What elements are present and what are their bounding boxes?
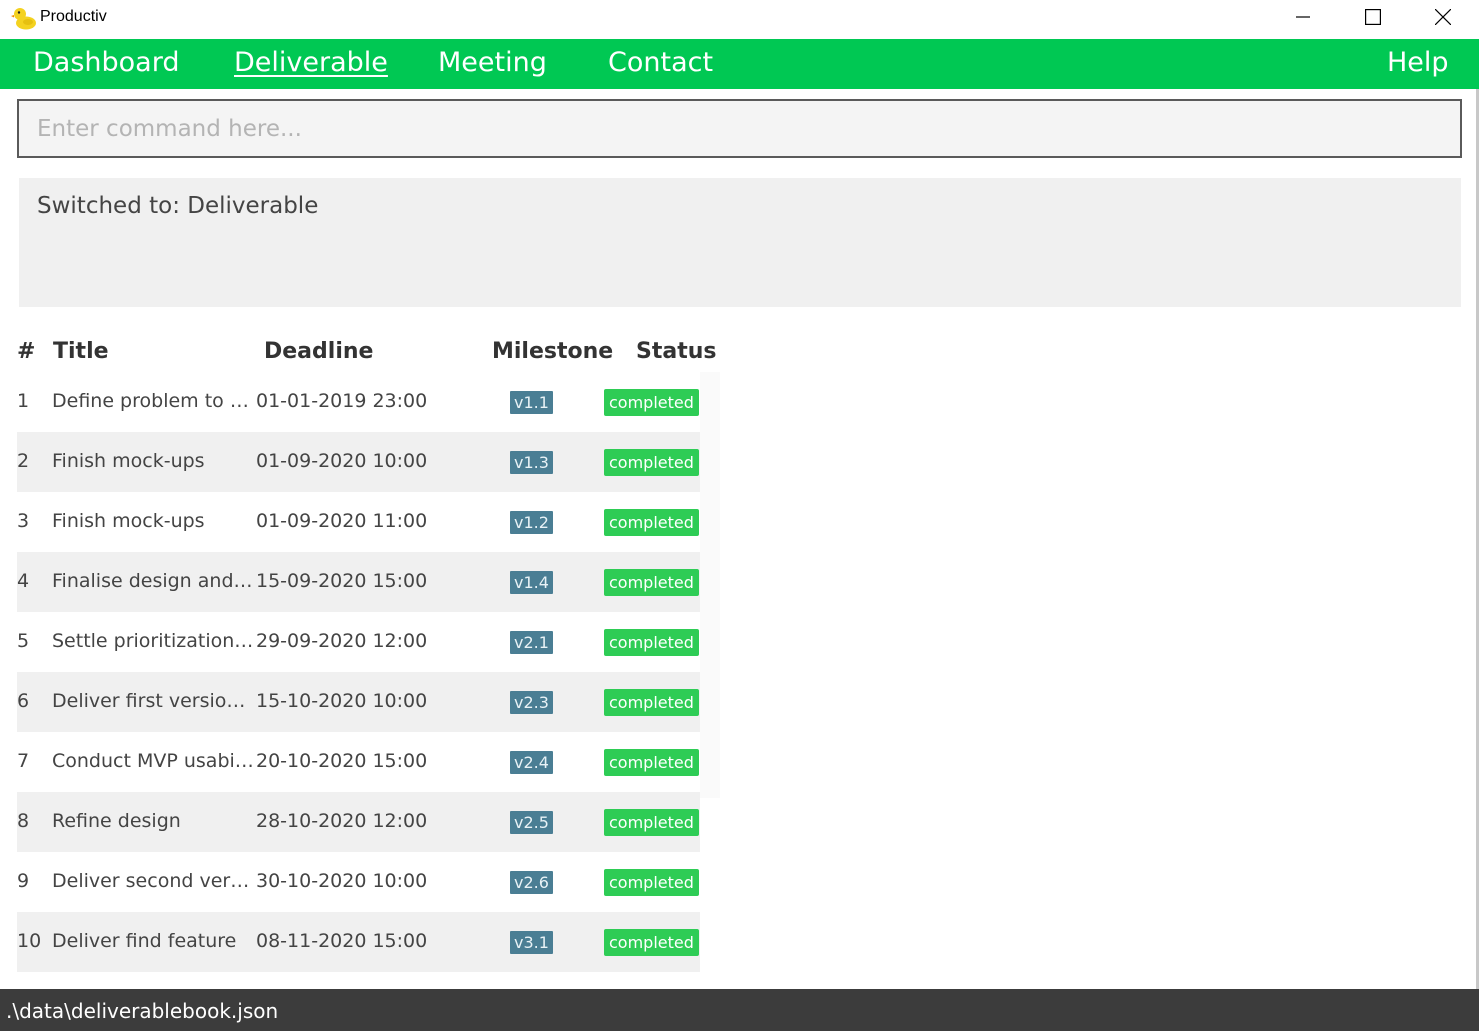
table-row[interactable]: 1 Define problem to sol... 01-01-2019 23… [17,372,700,432]
deliverable-list[interactable]: 1 Define problem to sol... 01-01-2019 23… [17,372,720,972]
maximize-icon [1365,9,1381,25]
title-bar: Productiv [0,0,1479,39]
milestone-badge: v1.1 [510,391,553,414]
row-title: Conduct MVP usabilit... [52,750,254,772]
row-deadline: 01-01-2019 23:00 [256,390,428,412]
row-title: Refine design [52,810,181,832]
save-file-path: .\data\deliverablebook.json [6,999,279,1023]
table-row[interactable]: 4 Finalise design and pl... 15-09-2020 1… [17,552,700,612]
table-row[interactable]: 10 Deliver find feature 08-11-2020 15:00… [17,912,700,972]
row-number: 1 [17,390,30,412]
table-row[interactable]: 5 Settle prioritization of... 29-09-2020… [17,612,700,672]
result-message: Switched to: Deliverable [37,193,319,219]
menu-item-contact[interactable]: Contact [608,47,713,78]
row-deadline: 08-11-2020 15:00 [256,930,428,952]
row-title: Finish mock-ups [52,450,205,472]
row-deadline: 01-09-2020 10:00 [256,450,428,472]
close-button[interactable] [1408,0,1478,34]
menu-bar: Dashboard Deliverable Meeting Contact He… [0,39,1479,89]
row-deadline: 28-10-2020 12:00 [256,810,428,832]
row-number: 10 [17,930,42,952]
menu-item-deliverable[interactable]: Deliverable [234,47,388,78]
menu-item-dashboard[interactable]: Dashboard [33,47,179,78]
row-title: Finalise design and pl... [52,570,254,592]
row-deadline: 15-10-2020 10:00 [256,690,428,712]
app-title: Productiv [40,8,107,25]
milestone-badge: v1.3 [510,451,553,474]
maximize-button[interactable] [1338,0,1408,34]
table-row[interactable]: 3 Finish mock-ups 01-09-2020 11:00 v1.2 … [17,492,700,552]
row-title: Finish mock-ups [52,510,205,532]
row-title: Deliver first version of... [52,690,254,712]
milestone-badge: v2.3 [510,691,553,714]
close-icon [1435,9,1451,25]
row-number: 4 [17,570,30,592]
row-number: 3 [17,510,30,532]
milestone-badge: v2.5 [510,811,553,834]
row-number: 2 [17,450,30,472]
command-box[interactable] [17,99,1462,158]
row-deadline: 01-09-2020 11:00 [256,510,428,532]
row-deadline: 30-10-2020 10:00 [256,870,428,892]
milestone-badge: v3.1 [510,931,553,954]
status-badge: completed [604,869,699,896]
header-number: # [17,339,36,364]
table-row[interactable]: 7 Conduct MVP usabilit... 20-10-2020 15:… [17,732,700,792]
row-number: 6 [17,690,30,712]
menu-item-meeting[interactable]: Meeting [438,47,547,78]
header-deadline: Deadline [264,339,374,364]
table-row[interactable]: 8 Refine design 28-10-2020 12:00 v2.5 co… [17,792,700,852]
status-badge: completed [604,749,699,776]
row-number: 7 [17,750,30,772]
status-bar: .\data\deliverablebook.json [0,989,1479,1031]
milestone-badge: v1.2 [510,511,553,534]
menu-item-help[interactable]: Help [1387,47,1449,78]
row-deadline: 29-09-2020 12:00 [256,630,428,652]
row-deadline: 15-09-2020 15:00 [256,570,428,592]
minimize-button[interactable] [1268,0,1338,34]
row-deadline: 20-10-2020 15:00 [256,750,428,772]
header-title: Title [53,339,109,364]
status-badge: completed [604,509,699,536]
header-milestone: Milestone [492,339,614,364]
status-badge: completed [604,629,699,656]
header-status: Status [636,339,717,364]
minimize-icon [1296,16,1310,18]
status-badge: completed [604,689,699,716]
milestone-badge: v1.4 [510,571,553,594]
status-badge: completed [604,449,699,476]
row-title: Define problem to sol... [52,390,254,412]
milestone-badge: v2.6 [510,871,553,894]
result-display: Switched to: Deliverable [19,178,1461,307]
row-number: 9 [17,870,30,892]
milestone-badge: v2.4 [510,751,553,774]
status-badge: completed [604,929,699,956]
row-number: 5 [17,630,30,652]
row-title: Deliver second versio... [52,870,254,892]
row-number: 8 [17,810,30,832]
command-input[interactable] [19,101,1460,156]
table-row[interactable]: 2 Finish mock-ups 01-09-2020 10:00 v1.3 … [17,432,700,492]
milestone-badge: v2.1 [510,631,553,654]
row-title: Deliver find feature [52,930,237,952]
table-row[interactable]: 9 Deliver second versio... 30-10-2020 10… [17,852,700,912]
status-badge: completed [604,389,699,416]
status-badge: completed [604,569,699,596]
table-row[interactable]: 6 Deliver first version of... 15-10-2020… [17,672,700,732]
row-title: Settle prioritization of... [52,630,254,652]
status-badge: completed [604,809,699,836]
rubber-duck-icon [11,8,36,30]
